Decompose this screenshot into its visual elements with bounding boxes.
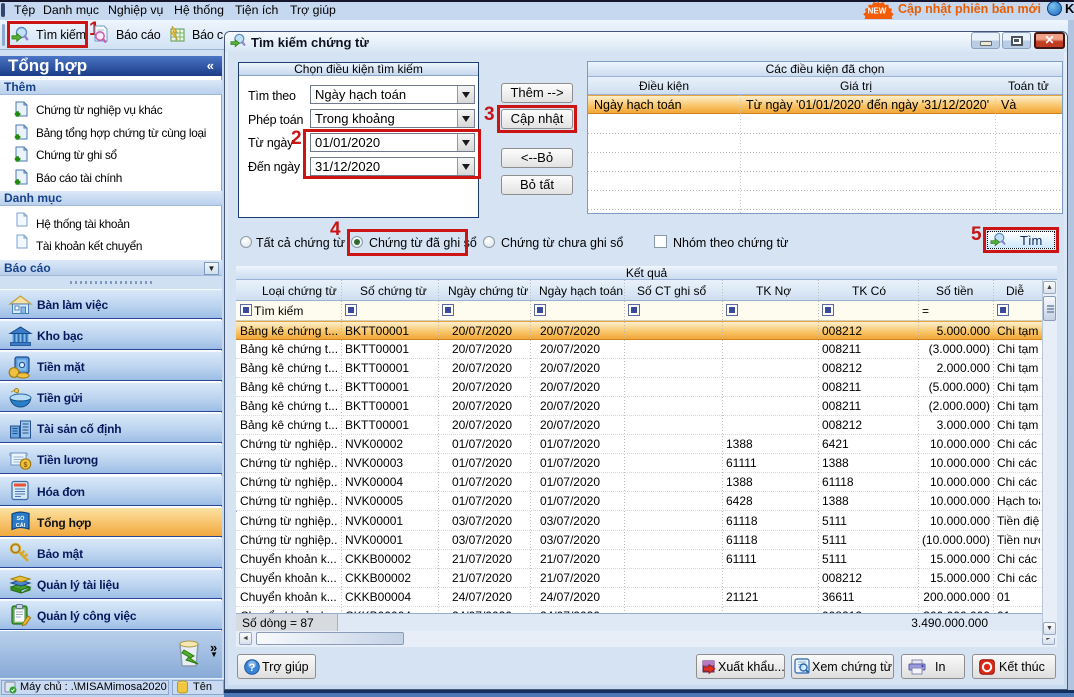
svg-text:?: ? — [249, 662, 256, 674]
svg-text:$: $ — [24, 462, 28, 469]
svg-text:NEW: NEW — [868, 7, 887, 16]
svg-text:SỔ: SỔ — [17, 515, 26, 522]
svg-text:CÁI: CÁI — [16, 522, 26, 529]
